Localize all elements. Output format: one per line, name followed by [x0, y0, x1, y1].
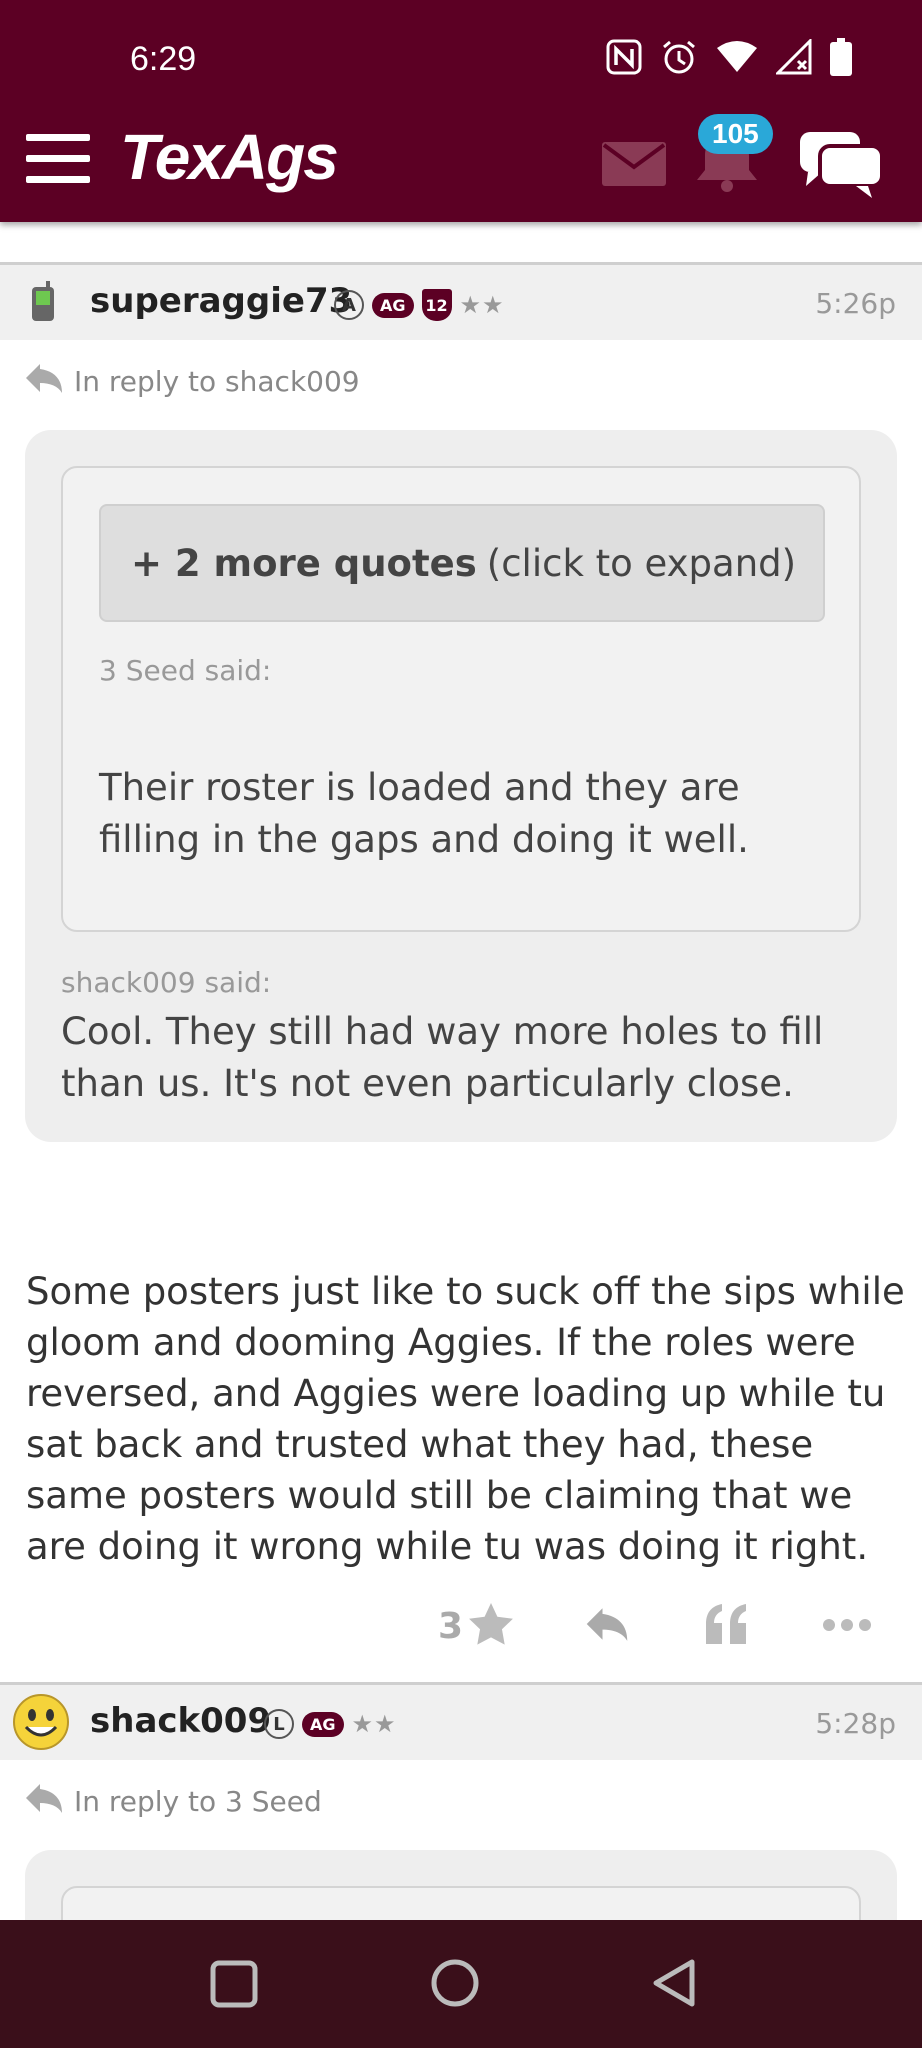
nested-quote: + 2 more quotes (click to expand) 3 Seed…	[61, 466, 861, 932]
post-header: superaggie73 A AG 12 ★★ 5:26p	[0, 262, 922, 340]
quote-text: Cool. They still had way more holes to f…	[61, 1010, 824, 1105]
app-header: 6:29 TexAgs 105	[0, 0, 922, 222]
reply-link[interactable]: In reply to 3 Seed	[24, 1782, 322, 1821]
wifi-icon	[716, 40, 758, 78]
quote-icon	[704, 1604, 748, 1648]
texags-logo[interactable]: TexAgs	[120, 120, 339, 194]
status-icons	[606, 37, 852, 80]
post-time: 5:26p	[815, 287, 896, 320]
post-username[interactable]: superaggie73	[90, 281, 352, 321]
reply-arrow-icon	[24, 362, 64, 401]
badge-ag: AG	[302, 1711, 344, 1737]
reply-to-text: In reply to shack009	[74, 365, 360, 398]
nfc-icon	[606, 39, 642, 79]
reply-to-text: In reply to 3 Seed	[74, 1785, 322, 1818]
recents-icon[interactable]	[210, 1960, 258, 2012]
post-time: 5:28p	[815, 1707, 896, 1740]
user-badges: L AG ★★	[264, 1709, 397, 1739]
status-time: 6:29	[130, 40, 197, 78]
system-nav-bar	[0, 1920, 922, 2048]
reply-button[interactable]	[584, 1596, 630, 1656]
badge-12: 12	[421, 289, 452, 321]
quote-block: + 2 more quotes (click to expand) 3 Seed…	[25, 430, 897, 1142]
chat-icon[interactable]	[798, 128, 884, 202]
phone-icon	[30, 281, 56, 327]
mail-icon[interactable]	[602, 142, 666, 190]
menu-icon[interactable]	[26, 134, 90, 184]
expand-label-bold: + 2 more quotes	[131, 541, 477, 585]
badge-ag: AG	[372, 292, 414, 318]
more-icon	[822, 1617, 872, 1636]
star-icon	[469, 1603, 513, 1649]
badge-a: A	[334, 290, 364, 320]
battery-icon	[830, 38, 852, 80]
quote-author[interactable]: 3 Seed said:	[99, 654, 271, 687]
notification-badge[interactable]: 105	[698, 114, 773, 154]
expand-label: (click to expand)	[486, 541, 797, 585]
home-icon[interactable]	[430, 1958, 480, 2012]
stars-icon: ★★	[351, 1710, 397, 1738]
star-action[interactable]: 3	[438, 1596, 513, 1656]
quote-button[interactable]	[704, 1596, 748, 1656]
alarm-icon	[660, 38, 698, 80]
post-header: shack009 L AG ★★ 5:28p	[0, 1682, 922, 1760]
star-count: 3	[438, 1605, 464, 1647]
reply-arrow-icon	[24, 1782, 64, 1821]
reply-icon	[584, 1606, 630, 1646]
badge-l: L	[264, 1709, 294, 1739]
user-badges: A AG 12 ★★	[334, 289, 505, 321]
reply-link[interactable]: In reply to shack009	[24, 362, 360, 401]
smiley-avatar-icon	[12, 1693, 70, 1755]
more-options-button[interactable]	[822, 1596, 872, 1656]
signal-icon	[774, 37, 812, 79]
expand-quotes-button[interactable]: + 2 more quotes (click to expand)	[99, 504, 825, 622]
post-body: Some posters just like to suck off the s…	[26, 1270, 905, 1568]
back-icon[interactable]	[650, 1958, 698, 2012]
quote-author[interactable]: shack009 said:	[61, 966, 271, 999]
post-username[interactable]: shack009	[90, 1701, 271, 1741]
quote-text: Their roster is loaded and they are fill…	[99, 766, 749, 861]
stars-icon: ★★	[459, 291, 505, 319]
